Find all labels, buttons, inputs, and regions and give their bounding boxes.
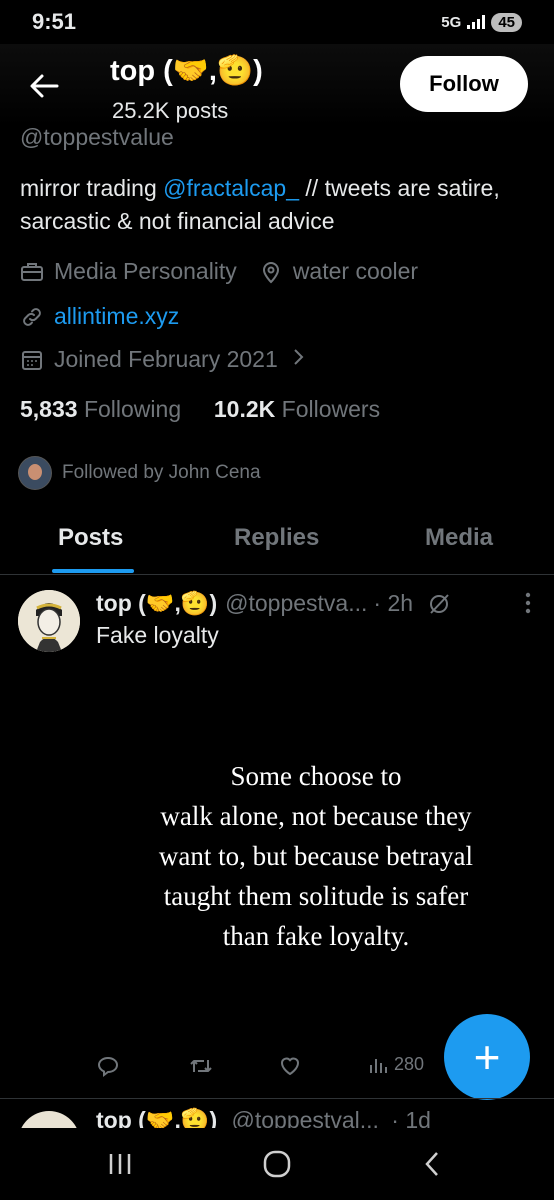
tab-replies[interactable]: Replies bbox=[234, 524, 319, 552]
status-icons: 5G 45 bbox=[441, 12, 522, 32]
avatar bbox=[18, 456, 52, 490]
location-pin-icon bbox=[259, 260, 283, 284]
profile-website-link[interactable]: allintime.xyz bbox=[54, 303, 179, 330]
followers-count: 10.2K bbox=[213, 396, 276, 422]
views-button[interactable]: 280 bbox=[368, 1054, 424, 1075]
calendar-icon bbox=[20, 348, 44, 372]
recent-apps-icon bbox=[109, 1154, 131, 1174]
battery-icon: 45 bbox=[491, 12, 522, 32]
profile-meta-row: Media Personality water cooler bbox=[20, 258, 418, 285]
like-button[interactable] bbox=[278, 1054, 302, 1078]
profile-joined-row[interactable]: Joined February 2021 bbox=[20, 346, 306, 373]
home-icon bbox=[263, 1150, 291, 1178]
quote-line: walk alone, not because they bbox=[160, 801, 472, 831]
profile-joined: Joined February 2021 bbox=[54, 346, 278, 372]
repost-button[interactable] bbox=[188, 1054, 214, 1078]
system-nav-bar bbox=[0, 1128, 554, 1200]
repost-icon bbox=[190, 1060, 212, 1072]
bio-text: mirror trading bbox=[20, 175, 164, 201]
next-post-author: top (🤝,🫡) bbox=[96, 1107, 218, 1129]
following-label: Following bbox=[83, 396, 182, 422]
compose-button[interactable]: + bbox=[444, 1014, 530, 1100]
home-button[interactable] bbox=[257, 1146, 297, 1182]
post-header: top (🤝,🫡) @toppestva... · 2h bbox=[96, 590, 451, 617]
reply-button[interactable] bbox=[96, 1054, 120, 1078]
post-time: · 2h bbox=[373, 590, 414, 616]
profile-tabs: Posts Replies Media bbox=[0, 510, 554, 575]
back-button[interactable] bbox=[22, 68, 66, 104]
quote-line: want to, but because betrayal bbox=[158, 841, 474, 871]
signal-icon bbox=[467, 15, 486, 29]
profile-bio: mirror trading @fractalcap_ // tweets ar… bbox=[20, 172, 540, 238]
post-avatar[interactable] bbox=[18, 590, 80, 652]
reply-icon bbox=[97, 1056, 119, 1077]
next-post-header: top (🤝,🫡) @toppestval... · 1d bbox=[96, 1107, 431, 1129]
profile-handle: @toppestvalue bbox=[20, 124, 174, 150]
followed-by-text: Followed by John Cena bbox=[62, 462, 261, 483]
recent-apps-button[interactable] bbox=[100, 1146, 140, 1182]
chevron-right-icon bbox=[292, 346, 306, 373]
next-post-handle: @toppestval... bbox=[231, 1107, 379, 1129]
followers-stat[interactable]: 10.2K Followers bbox=[214, 396, 380, 422]
views-count: 280 bbox=[394, 1054, 425, 1074]
grok-icon[interactable] bbox=[427, 592, 451, 616]
post-author[interactable]: top (🤝,🫡) bbox=[96, 590, 217, 617]
heart-icon bbox=[280, 1057, 300, 1076]
bio-mention-link[interactable]: @fractalcap_ bbox=[163, 175, 299, 201]
followed-by-row[interactable]: Followed by John Cena bbox=[18, 456, 261, 490]
quote-line: taught them solitude is safer bbox=[163, 881, 469, 911]
following-stat[interactable]: 5,833 Following bbox=[20, 396, 181, 422]
profile-website-row: allintime.xyz bbox=[20, 303, 179, 330]
status-time: 9:51 bbox=[32, 9, 77, 34]
followers-label: Followers bbox=[281, 396, 381, 422]
profile-location: water cooler bbox=[292, 258, 419, 284]
quote-line: Some choose to bbox=[230, 761, 402, 791]
chevron-left-icon bbox=[425, 1152, 438, 1176]
next-post-time: · 1d bbox=[391, 1107, 431, 1129]
back-nav-button[interactable] bbox=[412, 1146, 452, 1182]
quote-line: than fake loyalty. bbox=[222, 921, 410, 951]
next-post-avatar[interactable] bbox=[18, 1111, 80, 1129]
profile-category: Media Personality bbox=[54, 258, 237, 284]
post-text: Fake loyalty bbox=[96, 622, 219, 648]
link-icon bbox=[20, 305, 44, 329]
next-post[interactable]: top (🤝,🫡) @toppestval... · 1d bbox=[0, 1098, 554, 1129]
profile-name: top (🤝,🫡) bbox=[110, 55, 263, 87]
tab-posts[interactable]: Posts bbox=[58, 524, 123, 552]
post-image-quote: Some choose to walk alone, not because t… bbox=[96, 756, 536, 956]
bar-chart-icon bbox=[370, 1058, 387, 1073]
status-bar: 9:51 5G 45 bbox=[0, 0, 554, 44]
briefcase-icon bbox=[20, 260, 44, 284]
more-options-icon[interactable] bbox=[514, 592, 542, 614]
post-count: 25.2K posts bbox=[112, 98, 229, 123]
post-handle[interactable]: @toppestva... bbox=[225, 590, 367, 617]
following-count: 5,833 bbox=[20, 396, 78, 422]
arrow-left-icon bbox=[30, 74, 59, 98]
tab-media[interactable]: Media bbox=[425, 524, 493, 552]
post-image[interactable]: Some choose to walk alone, not because t… bbox=[96, 660, 536, 1030]
follow-button[interactable]: Follow bbox=[400, 56, 528, 112]
network-label: 5G bbox=[441, 13, 462, 31]
follow-stats: 5,833 Following 10.2K Followers bbox=[20, 396, 380, 423]
avatar-illustration bbox=[18, 590, 80, 652]
tab-active-indicator bbox=[52, 569, 134, 573]
